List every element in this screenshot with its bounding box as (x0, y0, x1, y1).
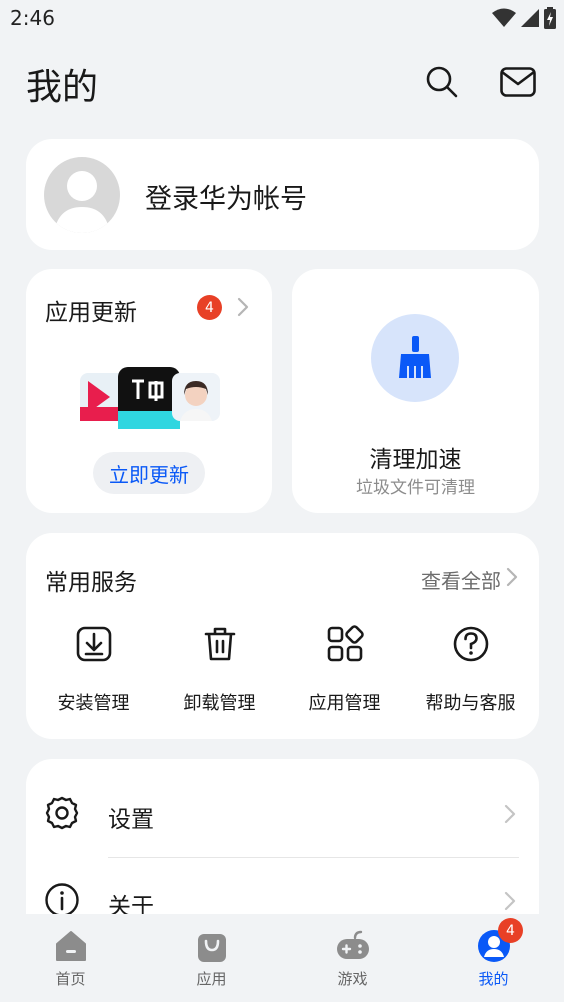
install-icon (76, 626, 111, 662)
battery-icon (544, 7, 556, 29)
nav-item-apps[interactable]: 应用 (141, 914, 282, 1002)
nav-item-games[interactable]: 游戏 (282, 914, 423, 1002)
dewu-app-icon (118, 367, 180, 429)
nav-label: 首页 (55, 970, 86, 988)
update-count-badge: 4 (197, 295, 222, 320)
common-services-card: 常用服务 查看全部 安装管理 卸载管理 应用管理 帮助与客服 (26, 533, 539, 739)
service-help-support[interactable]: 帮助与客服 (408, 625, 533, 721)
avatar (44, 157, 120, 233)
nav-item-me[interactable]: 我的 (423, 914, 564, 1002)
settings-label: 设置 (108, 807, 154, 833)
status-icons (492, 7, 556, 29)
update-now-button[interactable]: 立即更新 (93, 452, 205, 494)
pending-app-icons (80, 367, 220, 429)
nav-label: 我的 (478, 970, 509, 988)
apps-grid-icon (327, 625, 364, 662)
page-title: 我的 (26, 67, 99, 108)
chevron-right-icon (237, 297, 249, 317)
help-icon (453, 626, 488, 662)
service-install-management[interactable]: 安装管理 (31, 625, 156, 721)
nav-label: 游戏 (337, 970, 368, 988)
cleanup-subtitle: 垃圾文件可清理 (356, 478, 475, 498)
app-update-title: 应用更新 (45, 300, 137, 326)
signal-icon (521, 9, 539, 27)
chevron-right-icon (504, 891, 516, 911)
wifi-icon (492, 8, 516, 27)
status-time: 2:46 (10, 6, 55, 30)
nav-item-home[interactable]: 首页 (0, 914, 141, 1002)
cleanup-icon-circle (371, 314, 459, 402)
view-all-link[interactable]: 查看全部 (421, 565, 501, 594)
bottom-nav: 首页 应用 游戏 我的 (0, 914, 564, 1002)
search-button[interactable] (422, 62, 462, 102)
service-label: 卸载管理 (183, 693, 256, 714)
bag-icon (197, 934, 226, 962)
nav-me-badge: 4 (498, 918, 523, 943)
gamepad-icon (336, 930, 369, 959)
page-header: 我的 (0, 50, 564, 114)
settings-row[interactable]: 设置 (26, 765, 539, 858)
status-bar: 2:46 (0, 0, 564, 38)
home-icon (55, 931, 86, 961)
account-card[interactable]: 登录华为帐号 (26, 139, 539, 250)
service-label: 应用管理 (308, 693, 381, 714)
mail-icon (500, 67, 536, 97)
cleanup-card[interactable]: 清理加速 垃圾文件可清理 (292, 269, 539, 513)
nav-label: 应用 (196, 970, 227, 988)
default-avatar-icon (44, 157, 120, 233)
search-icon (426, 66, 458, 98)
trash-icon (204, 627, 235, 661)
service-label: 安装管理 (57, 693, 130, 714)
service-label: 帮助与客服 (425, 693, 516, 714)
info-icon (45, 883, 79, 917)
cleanup-title: 清理加速 (369, 447, 462, 473)
chevron-right-icon (506, 567, 518, 587)
gear-icon (45, 796, 79, 830)
avatar-app-icon (172, 373, 220, 421)
services-title: 常用服务 (45, 570, 137, 596)
service-uninstall-management[interactable]: 卸载管理 (157, 625, 282, 721)
app-update-card[interactable]: 应用更新 4 立即更新 (26, 269, 272, 513)
service-app-management[interactable]: 应用管理 (282, 625, 407, 721)
broom-icon (399, 336, 431, 378)
mail-button[interactable] (498, 62, 538, 102)
login-account-label: 登录华为帐号 (145, 184, 307, 215)
chevron-right-icon (504, 804, 516, 824)
